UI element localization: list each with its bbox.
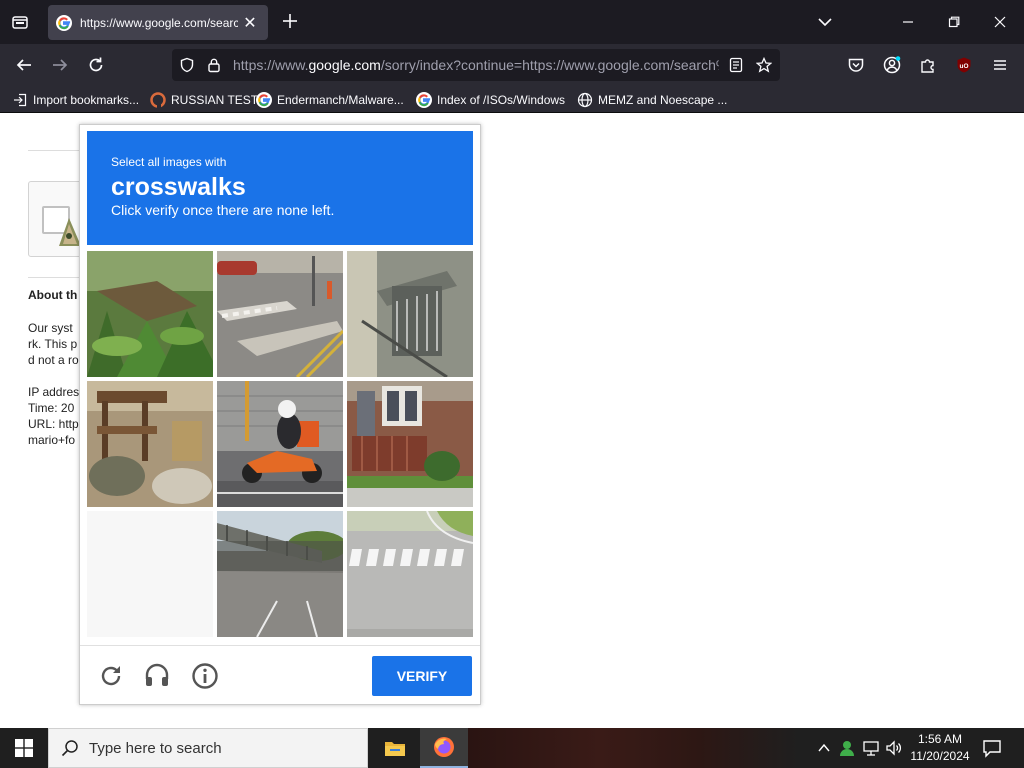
bookmark-russian-test[interactable]: RUSSIAN TEST (150, 91, 258, 109)
body-text: Our syst (28, 321, 73, 335)
globe-icon (577, 92, 593, 108)
minimize-icon[interactable] (898, 12, 918, 32)
pocket-icon[interactable] (845, 54, 867, 76)
bookmark-label: Endermanch/Malware... (277, 93, 404, 107)
captcha-tile-blank-loading[interactable] (87, 511, 213, 637)
captcha-tile-motorcycle-rider[interactable] (217, 381, 343, 507)
close-window-icon[interactable] (990, 12, 1010, 32)
audio-challenge-icon[interactable] (142, 661, 172, 691)
prompt-target: crosswalks (111, 173, 246, 201)
start-button[interactable] (0, 728, 48, 768)
back-icon[interactable] (13, 54, 35, 76)
ublock-origin-icon[interactable]: uO (953, 54, 975, 76)
reader-view-icon[interactable] (728, 57, 744, 73)
clock-date: 11/20/2024 (910, 749, 970, 763)
url-info-text: URL: http (28, 417, 79, 431)
taskbar-search-box[interactable]: Type here to search (48, 728, 368, 768)
captcha-tile-wooden-structure[interactable] (87, 381, 213, 507)
bookmark-import[interactable]: Import bookmarks... (12, 91, 139, 109)
windows-logo-icon (15, 739, 33, 757)
bookmark-star-icon[interactable] (756, 57, 772, 73)
firefox-view-icon[interactable] (8, 10, 32, 34)
info-icon[interactable] (190, 661, 220, 691)
ip-address-text: IP addres (28, 385, 80, 399)
bookmark-label: MEMZ and Noescape ... (598, 93, 728, 107)
bookmark-memz[interactable]: MEMZ and Noescape ... (577, 91, 727, 109)
search-placeholder: Type here to search (89, 739, 222, 757)
navigation-toolbar: https://www.google.com/sorry/index?conti… (0, 44, 1024, 86)
bookmark-label: Index of /ISOs/Windows (437, 93, 566, 107)
file-explorer-icon[interactable] (371, 728, 419, 768)
bookmark-favicon (150, 92, 166, 108)
captcha-tile-jungle-vegetation[interactable] (87, 251, 213, 377)
reload-challenge-icon[interactable] (96, 661, 126, 691)
captcha-tile-building-awning[interactable] (347, 251, 473, 377)
ublock-badge-text: uO (959, 63, 968, 70)
bookmark-label: RUSSIAN TEST (171, 93, 259, 107)
time-text: Time: 20 (28, 401, 75, 415)
url-text[interactable]: https://www.google.com/sorry/index?conti… (233, 57, 719, 73)
google-favicon (56, 14, 72, 31)
taskbar-background (468, 728, 798, 768)
captcha-tile-road-crosswalk[interactable] (347, 511, 473, 637)
firefox-taskbar-icon[interactable] (420, 728, 468, 768)
bookmark-isos[interactable]: Index of /ISOs/Windows (416, 91, 565, 109)
url-info-text: mario+fo (28, 433, 76, 447)
restore-icon[interactable] (944, 12, 964, 32)
extensions-icon[interactable] (917, 54, 939, 76)
reload-icon[interactable] (85, 54, 107, 76)
bookmark-label: Import bookmarks... (33, 93, 140, 107)
windows-taskbar: Type here to search 1:56 AM 11/20/2024 (0, 728, 1024, 768)
account-icon[interactable] (881, 54, 903, 76)
tracking-protection-icon[interactable] (179, 57, 195, 73)
about-heading: About th (28, 288, 78, 302)
prompt-instruction: Select all images with (111, 155, 227, 169)
menu-icon[interactable] (989, 54, 1011, 76)
lock-icon[interactable] (206, 57, 222, 73)
divider (80, 645, 480, 646)
import-icon (12, 92, 28, 108)
captcha-prompt: Select all images with crosswalks Click … (87, 131, 473, 245)
prompt-hint: Click verify once there are none left. (111, 202, 335, 218)
search-icon (61, 740, 78, 757)
bookmark-endermanch[interactable]: Endermanch/Malware... (256, 91, 404, 109)
volume-icon[interactable] (884, 738, 904, 758)
forward-icon[interactable] (49, 54, 71, 76)
captcha-tile-house-porch[interactable] (347, 381, 473, 507)
google-favicon (416, 92, 432, 108)
google-favicon (256, 92, 272, 108)
verify-button[interactable]: VERIFY (372, 656, 472, 696)
url-bar[interactable]: https://www.google.com/sorry/index?conti… (172, 49, 780, 81)
body-text: d not a ro (28, 353, 79, 367)
captcha-tile-street-crosswalk[interactable] (217, 251, 343, 377)
notification-center-icon[interactable] (982, 738, 1002, 758)
captcha-image-grid (87, 251, 474, 638)
new-tab-icon[interactable] (280, 11, 300, 31)
system-clock[interactable]: 1:56 AM 11/20/2024 (906, 731, 974, 765)
bookmarks-toolbar: Import bookmarks... RUSSIAN TEST Enderma… (0, 86, 1024, 113)
clock-time: 1:56 AM (917, 732, 963, 746)
page-content: About th Our syst rk. This p d not a ro … (0, 113, 1024, 728)
captcha-tile-highway-overpass[interactable] (217, 511, 343, 637)
tab-title: https://www.google.com/search?q= (80, 15, 238, 30)
network-icon[interactable] (861, 738, 881, 758)
body-text: rk. This p (28, 337, 78, 351)
tab-bar: https://www.google.com/search?q= ✕ (0, 0, 1024, 44)
user-tray-icon[interactable] (837, 738, 857, 758)
show-hidden-icons-icon[interactable] (814, 738, 834, 758)
list-all-tabs-icon[interactable] (816, 13, 834, 31)
tab-close-icon[interactable]: ✕ (242, 13, 258, 33)
browser-tab[interactable]: https://www.google.com/search?q= ✕ (48, 5, 268, 40)
captcha-challenge: Select all images with crosswalks Click … (79, 124, 481, 705)
